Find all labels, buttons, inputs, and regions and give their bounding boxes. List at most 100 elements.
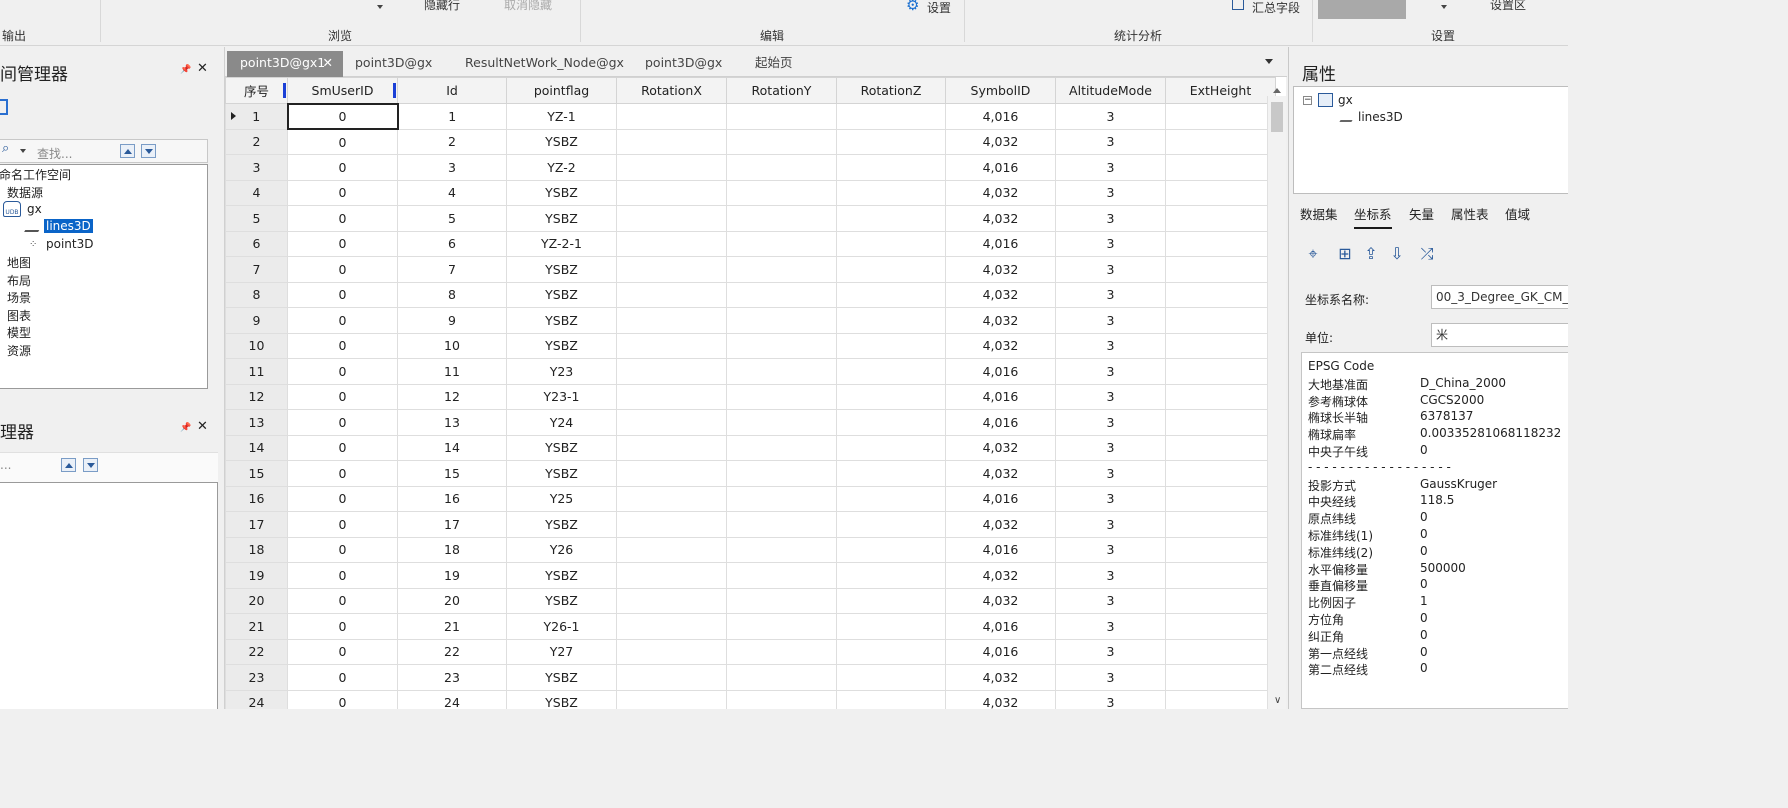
table-cell[interactable] <box>1165 128 1276 155</box>
table-row[interactable]: 5 0 5 YSBZ 4,032 3 <box>225 205 1276 232</box>
table-cell[interactable]: 3 <box>1055 460 1166 487</box>
collapse-icon[interactable]: − <box>1303 96 1312 105</box>
table-cell[interactable]: 0 <box>287 460 398 487</box>
tree-item-scenes[interactable]: 场景 <box>7 289 31 306</box>
search-prev-button[interactable] <box>61 458 76 472</box>
tab-point3d-gx-2[interactable]: point3D@gx <box>645 51 722 77</box>
table-cell[interactable] <box>616 230 727 257</box>
column-header[interactable]: Id <box>397 77 507 104</box>
column-header[interactable]: 序号 <box>225 77 288 104</box>
tree-item-charts[interactable]: 图表 <box>7 307 31 324</box>
table-cell[interactable] <box>836 613 946 640</box>
table-row[interactable]: 1 0 1 YZ-1 4,016 3 <box>225 102 1276 130</box>
tree-item-lines3d[interactable]: lines3D <box>1358 110 1403 124</box>
table-cell[interactable]: 13 <box>397 409 507 436</box>
table-cell[interactable] <box>726 664 837 691</box>
table-cell[interactable] <box>836 409 946 436</box>
table-cell[interactable]: 0 <box>287 434 398 461</box>
table-cell[interactable] <box>616 154 727 181</box>
search-input[interactable]: 查找... <box>37 145 72 162</box>
table-cell[interactable]: 4,016 <box>945 383 1056 410</box>
table-cell[interactable]: 11 <box>397 358 507 385</box>
table-cell[interactable]: 3 <box>1055 613 1166 640</box>
table-cell[interactable]: YSBZ <box>506 281 617 308</box>
table-cell[interactable] <box>726 511 837 538</box>
table-cell[interactable] <box>726 307 837 334</box>
row-header-cell[interactable]: 23 <box>225 664 288 691</box>
chevron-down-icon[interactable] <box>1265 59 1273 64</box>
layer-search-input[interactable]: ... <box>0 458 11 472</box>
table-row[interactable]: 24 0 24 YSBZ 4,032 3 <box>225 689 1276 709</box>
table-cell[interactable] <box>1165 383 1276 410</box>
row-header-cell[interactable]: 5 <box>225 205 288 232</box>
table-cell[interactable]: 0 <box>287 128 398 155</box>
table-cell[interactable] <box>836 307 946 334</box>
table-cell[interactable] <box>1165 281 1276 308</box>
tree-item-datasources[interactable]: 数据源 <box>7 184 43 201</box>
table-cell[interactable]: 20 <box>397 587 507 614</box>
search-next-button[interactable] <box>83 458 98 472</box>
table-cell[interactable] <box>616 256 727 283</box>
vertical-scrollbar[interactable]: ∨ <box>1267 88 1286 709</box>
row-header-cell[interactable]: 20 <box>225 587 288 614</box>
copy-coordinate-icon[interactable]: ⊞ <box>1335 244 1355 264</box>
table-cell[interactable] <box>726 383 837 410</box>
row-header-cell[interactable]: 13 <box>225 409 288 436</box>
column-header[interactable]: RotationX <box>616 77 727 104</box>
table-cell[interactable]: YZ-2-1 <box>506 230 617 257</box>
table-cell[interactable] <box>1165 689 1276 709</box>
table-cell[interactable] <box>726 128 837 155</box>
tree-item-workspace[interactable]: 命名工作空间 <box>0 166 71 183</box>
table-cell[interactable] <box>1165 205 1276 232</box>
table-cell[interactable] <box>726 256 837 283</box>
table-cell[interactable] <box>726 587 837 614</box>
table-cell[interactable] <box>836 154 946 181</box>
table-cell[interactable] <box>726 154 837 181</box>
table-cell[interactable] <box>1165 230 1276 257</box>
table-cell[interactable] <box>616 664 727 691</box>
table-cell[interactable]: 18 <box>397 536 507 563</box>
table-cell[interactable] <box>836 281 946 308</box>
table-cell[interactable]: 0 <box>287 281 398 308</box>
table-cell[interactable]: 0 <box>287 205 398 232</box>
table-row[interactable]: 22 0 22 Y27 4,016 3 <box>225 638 1276 665</box>
pin-icon[interactable]: 📌 <box>180 65 191 75</box>
table-cell[interactable] <box>1165 613 1276 640</box>
table-cell[interactable] <box>836 358 946 385</box>
table-cell[interactable]: 8 <box>397 281 507 308</box>
table-cell[interactable]: 1 <box>397 103 507 130</box>
table-cell[interactable]: YSBZ <box>506 332 617 359</box>
chevron-down-icon[interactable] <box>377 5 383 9</box>
table-cell[interactable] <box>1165 154 1276 181</box>
column-header[interactable]: pointflag <box>506 77 617 104</box>
table-cell[interactable] <box>726 460 837 487</box>
table-cell[interactable] <box>726 536 837 563</box>
ribbon-unhide[interactable]: 取消隐藏 <box>504 0 552 13</box>
table-cell[interactable]: 3 <box>1055 307 1166 334</box>
table-cell[interactable] <box>1165 638 1276 665</box>
table-row[interactable]: 4 0 4 YSBZ 4,032 3 <box>225 179 1276 206</box>
gear-icon[interactable]: ⚙ <box>906 0 919 14</box>
table-cell[interactable]: Y25 <box>506 485 617 512</box>
table-cell[interactable] <box>1165 332 1276 359</box>
table-row[interactable]: 9 0 9 YSBZ 4,032 3 <box>225 307 1276 334</box>
table-cell[interactable] <box>836 460 946 487</box>
row-header-cell[interactable]: 10 <box>225 332 288 359</box>
row-header-cell[interactable]: 11 <box>225 358 288 385</box>
search-icon[interactable]: ⌕ <box>2 141 9 156</box>
row-header-cell[interactable]: 9 <box>225 307 288 334</box>
table-cell[interactable] <box>616 332 727 359</box>
table-cell[interactable] <box>616 536 727 563</box>
tree-item-gx[interactable]: gx <box>27 202 42 216</box>
pin-icon[interactable]: 📌 <box>180 423 191 433</box>
close-icon[interactable]: ✕ <box>323 51 333 75</box>
table-row[interactable]: 16 0 16 Y25 4,016 3 <box>225 485 1276 512</box>
table-cell[interactable]: 15 <box>397 460 507 487</box>
table-cell[interactable] <box>1165 409 1276 436</box>
table-cell[interactable]: 4,016 <box>945 103 1056 130</box>
table-cell[interactable]: 4,016 <box>945 536 1056 563</box>
chevron-down-icon[interactable] <box>1441 5 1447 9</box>
table-cell[interactable]: 3 <box>1055 281 1166 308</box>
tab-vector[interactable]: 矢量 <box>1409 204 1434 223</box>
table-cell[interactable] <box>836 103 946 130</box>
